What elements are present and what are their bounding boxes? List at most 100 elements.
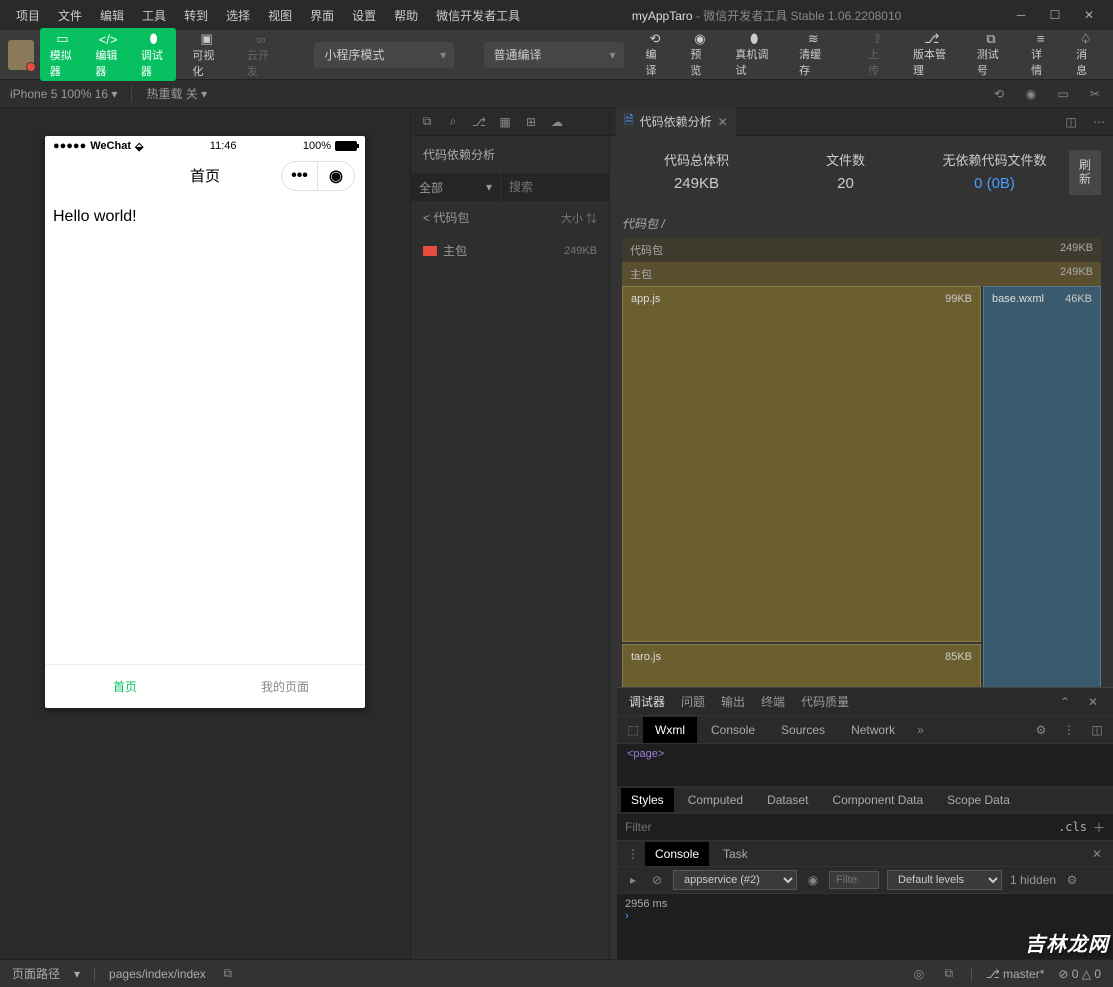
treemap-app[interactable]: app.js99KB	[622, 286, 981, 642]
preview-button[interactable]: ◉预览	[680, 30, 719, 80]
minimize-button[interactable]: ─	[1013, 7, 1029, 23]
tab-debugger[interactable]: 调试器	[629, 693, 665, 710]
phone-tab-mine[interactable]: 我的页面	[205, 665, 365, 708]
analysis-tab[interactable]: 🗎 代码依赖分析 ✕	[616, 107, 736, 136]
search-icon[interactable]: ⌕	[445, 114, 461, 129]
float-icon[interactable]: ⧉	[941, 966, 957, 981]
compile-mode-select[interactable]: 普通编译	[484, 42, 624, 68]
phone-tab-home[interactable]: 首页	[45, 665, 205, 708]
capsule-close[interactable]: ◉	[318, 162, 354, 190]
console-close-icon[interactable]: ✕	[1089, 847, 1105, 861]
context-select[interactable]: appservice (#2)	[673, 870, 797, 890]
menu-view[interactable]: 视图	[260, 3, 300, 28]
devtab-more[interactable]: »	[909, 723, 932, 737]
capsule-menu[interactable]: •••	[282, 162, 318, 190]
git-branch[interactable]: ⎇ master*	[986, 967, 1045, 981]
hidden-count[interactable]: 1 hidden	[1010, 873, 1056, 887]
test-button[interactable]: ⧉测试号	[967, 30, 1015, 80]
device-select[interactable]: iPhone 5 100% 16 ▾	[10, 87, 117, 101]
menu-tools[interactable]: 工具	[134, 3, 174, 28]
tab-output[interactable]: 输出	[721, 693, 745, 710]
refresh-button[interactable]: 刷新	[1069, 150, 1101, 195]
console-prompt[interactable]: ›	[625, 910, 1105, 922]
devtab-console[interactable]: Console	[699, 717, 767, 743]
breadcrumb[interactable]: 代码包 /	[610, 209, 1113, 238]
message-button[interactable]: ♤消息	[1066, 30, 1105, 80]
componentdata-tab[interactable]: Component Data	[822, 788, 933, 812]
eye2-icon[interactable]: ◉	[805, 873, 821, 887]
tab-quality[interactable]: 代码质量	[801, 693, 849, 710]
clear-cache-button[interactable]: ≋清缓存	[789, 30, 837, 80]
cls-toggle[interactable]: .cls	[1052, 820, 1093, 834]
dep-back[interactable]: < 代码包大小 ⇅	[411, 201, 609, 234]
menu-settings[interactable]: 设置	[344, 3, 384, 28]
box-icon[interactable]: ⊞	[523, 115, 539, 129]
menu-help[interactable]: 帮助	[386, 3, 426, 28]
scopedata-tab[interactable]: Scope Data	[937, 788, 1020, 812]
visual-button[interactable]: ▣可视化	[182, 28, 230, 81]
close-button[interactable]: ✕	[1081, 7, 1097, 23]
top-icon[interactable]: ▸	[625, 873, 641, 887]
gear-icon[interactable]: ⚙	[1033, 723, 1049, 737]
reload-select[interactable]: 热重载 关 ▾	[146, 85, 207, 102]
split-icon[interactable]: ◫	[1063, 115, 1079, 129]
copy-icon[interactable]: ⧉	[419, 114, 435, 129]
menu-ui[interactable]: 界面	[302, 3, 342, 28]
cut-icon[interactable]: ✂	[1087, 87, 1103, 101]
mode-select[interactable]: 小程序模式	[314, 42, 454, 68]
record-icon[interactable]: ◉	[1023, 87, 1039, 101]
problems-count[interactable]: ⊘ 0 △ 0	[1058, 967, 1101, 981]
debugger-button[interactable]: ⬮调试器	[131, 28, 177, 81]
maximize-button[interactable]: ☐	[1047, 7, 1063, 23]
simulator-button[interactable]: ▭模拟器	[40, 28, 86, 81]
inspect-icon[interactable]: ⬚	[625, 723, 641, 737]
target-icon[interactable]: ◎	[911, 967, 927, 981]
clear-icon[interactable]: ⊘	[649, 873, 665, 887]
console-filter-input[interactable]	[829, 871, 879, 889]
menu-select[interactable]: 选择	[218, 3, 258, 28]
copy-path-icon[interactable]: ⧉	[220, 966, 236, 981]
chevron-up-icon[interactable]: ⌃	[1057, 695, 1073, 709]
menu-goto[interactable]: 转到	[176, 3, 216, 28]
styles-tab[interactable]: Styles	[621, 788, 674, 812]
computed-tab[interactable]: Computed	[678, 788, 753, 812]
version-button[interactable]: ⎇版本管理	[903, 30, 961, 80]
task-tab[interactable]: Task	[713, 842, 758, 866]
dom-tree[interactable]: <page>	[617, 744, 1113, 764]
devtab-network[interactable]: Network	[839, 717, 907, 743]
editor-button[interactable]: </>编辑器	[85, 28, 131, 81]
console-menu-icon[interactable]: ⋮	[625, 847, 641, 861]
ext-icon[interactable]: ▦	[497, 115, 513, 129]
more-icon[interactable]: ⋯	[1091, 115, 1107, 129]
avatar[interactable]	[8, 40, 34, 70]
compile-button[interactable]: ⟲编译	[636, 30, 675, 80]
cloud-button[interactable]: ∞云开发	[237, 28, 285, 81]
rotate-icon[interactable]: ⟲	[991, 87, 1007, 101]
menu-edit[interactable]: 编辑	[92, 3, 132, 28]
cloud2-icon[interactable]: ☁	[549, 115, 565, 129]
dep-filter-select[interactable]: 全部▾	[411, 173, 501, 201]
dock-icon[interactable]: ◫	[1089, 723, 1105, 737]
devtab-sources[interactable]: Sources	[769, 717, 837, 743]
vdots-icon[interactable]: ⋮	[1061, 723, 1077, 737]
device-icon[interactable]: ▭	[1055, 87, 1071, 101]
page-path[interactable]: pages/index/index	[109, 967, 206, 981]
styles-filter-input[interactable]	[625, 820, 1052, 834]
devtab-wxml[interactable]: Wxml	[643, 717, 697, 743]
git-icon[interactable]: ⎇	[471, 115, 487, 129]
dataset-tab[interactable]: Dataset	[757, 788, 818, 812]
tab-problems[interactable]: 问题	[681, 693, 705, 710]
menu-file[interactable]: 文件	[50, 3, 90, 28]
upload-button[interactable]: ⇧上传	[858, 30, 897, 80]
close-tab-icon[interactable]: ✕	[718, 115, 728, 129]
menu-wechat[interactable]: 微信开发者工具	[428, 3, 528, 28]
levels-select[interactable]: Default levels	[887, 870, 1002, 890]
console-tab[interactable]: Console	[645, 842, 709, 866]
add-style-icon[interactable]: ＋	[1093, 819, 1105, 836]
detail-button[interactable]: ≡详情	[1021, 30, 1060, 80]
menu-project[interactable]: 项目	[8, 3, 48, 28]
tab-terminal[interactable]: 终端	[761, 693, 785, 710]
close-panel-icon[interactable]: ✕	[1085, 695, 1101, 709]
gear2-icon[interactable]: ⚙	[1064, 873, 1080, 887]
dep-main-pkg[interactable]: 主包 249KB	[411, 234, 609, 267]
